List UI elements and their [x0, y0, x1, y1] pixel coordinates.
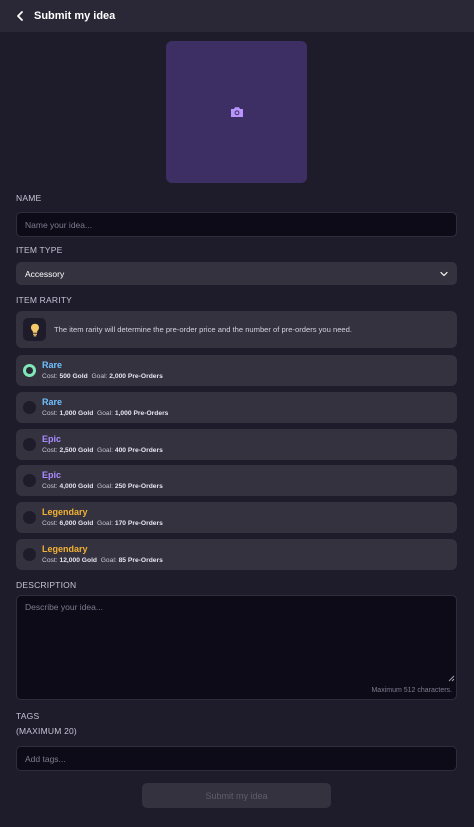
- camera-icon: [230, 107, 243, 117]
- rarity-name: Rare: [42, 397, 63, 407]
- rarity-cost: 6,000 Gold: [59, 520, 94, 527]
- tags-sublabel: (MAXIMUM 20): [16, 726, 77, 736]
- header-bar: Submit my idea: [0, 0, 474, 32]
- rarity-name: Rare: [42, 360, 63, 370]
- description-textarea[interactable]: [16, 595, 457, 700]
- radio[interactable]: [23, 401, 36, 414]
- item-type-label: ITEM TYPE: [16, 245, 63, 255]
- rarity-goal: 1,000 Pre-Orders: [114, 410, 169, 417]
- rarity-info-text: The item rarity will determine the pre-o…: [54, 325, 352, 334]
- rarity-meta: Cost: 12,000 Gold Goal: 85 Pre-Orders: [42, 557, 163, 564]
- lightbulb-icon: [30, 323, 39, 336]
- chevron-down-icon: [440, 271, 448, 276]
- submit-button[interactable]: Submit my idea: [142, 783, 331, 808]
- rarity-meta: Cost: 4,000 Gold Goal: 250 Pre-Orders: [42, 483, 163, 490]
- item-type-select[interactable]: Accessory: [16, 262, 457, 285]
- rarity-goal: 250 Pre-Orders: [114, 483, 163, 490]
- page-title: Submit my idea: [34, 10, 116, 22]
- rarity-meta: Cost: 1,000 Gold Goal: 1,000 Pre-Orders: [42, 410, 169, 417]
- description-label: DESCRIPTION: [16, 580, 77, 590]
- back-button[interactable]: [14, 10, 34, 22]
- rarity-option-epic-1[interactable]: Epic Cost: 2,500 Gold Goal: 400 Pre-Orde…: [16, 429, 457, 460]
- rarity-name: Legendary: [42, 507, 88, 517]
- description-char-limit: Maximum 512 characters.: [371, 687, 452, 694]
- rarity-info-box: The item rarity will determine the pre-o…: [16, 311, 457, 348]
- name-input[interactable]: [16, 212, 457, 237]
- rarity-goal: 2,000 Pre-Orders: [109, 373, 163, 380]
- image-upload-button[interactable]: [166, 41, 307, 183]
- chevron-left-icon[interactable]: [14, 10, 26, 22]
- radio[interactable]: [23, 438, 36, 451]
- rarity-option-rare-2[interactable]: Rare Cost: 1,000 Gold Goal: 1,000 Pre-Or…: [16, 392, 457, 423]
- rarity-cost: 2,500 Gold: [59, 447, 94, 454]
- radio[interactable]: [23, 511, 36, 524]
- rarity-goal: 400 Pre-Orders: [114, 447, 163, 454]
- rarity-option-rare-1[interactable]: Rare Cost: 500 Gold Goal: 2,000 Pre-Orde…: [16, 355, 457, 386]
- rarity-option-legendary-2[interactable]: Legendary Cost: 12,000 Gold Goal: 85 Pre…: [16, 539, 457, 570]
- resize-handle-icon[interactable]: [447, 674, 455, 682]
- rarity-cost: 12,000 Gold: [59, 557, 98, 564]
- name-label: NAME: [16, 193, 42, 203]
- rarity-option-epic-2[interactable]: Epic Cost: 4,000 Gold Goal: 250 Pre-Orde…: [16, 465, 457, 496]
- rarity-name: Epic: [42, 470, 62, 480]
- rarity-name: Epic: [42, 434, 62, 444]
- rarity-name: Legendary: [42, 544, 88, 554]
- item-rarity-label: ITEM RARITY: [16, 295, 73, 305]
- rarity-cost: 1,000 Gold: [59, 410, 94, 417]
- tags-input[interactable]: [16, 746, 457, 771]
- item-type-value: Accessory: [25, 268, 65, 279]
- rarity-goal: 85 Pre-Orders: [118, 557, 163, 564]
- rarity-cost: 4,000 Gold: [59, 483, 94, 490]
- rarity-cost: 500 Gold: [59, 373, 88, 380]
- tags-label: TAGS: [16, 711, 40, 721]
- radio-selected[interactable]: [23, 364, 36, 377]
- rarity-meta: Cost: 2,500 Gold Goal: 400 Pre-Orders: [42, 447, 163, 454]
- rarity-meta: Cost: 6,000 Gold Goal: 170 Pre-Orders: [42, 520, 163, 527]
- rarity-option-legendary-1[interactable]: Legendary Cost: 6,000 Gold Goal: 170 Pre…: [16, 502, 457, 533]
- rarity-meta: Cost: 500 Gold Goal: 2,000 Pre-Orders: [42, 373, 163, 380]
- radio[interactable]: [23, 474, 36, 487]
- rarity-goal: 170 Pre-Orders: [114, 520, 163, 527]
- radio[interactable]: [23, 548, 36, 561]
- lightbulb-badge: [23, 318, 46, 341]
